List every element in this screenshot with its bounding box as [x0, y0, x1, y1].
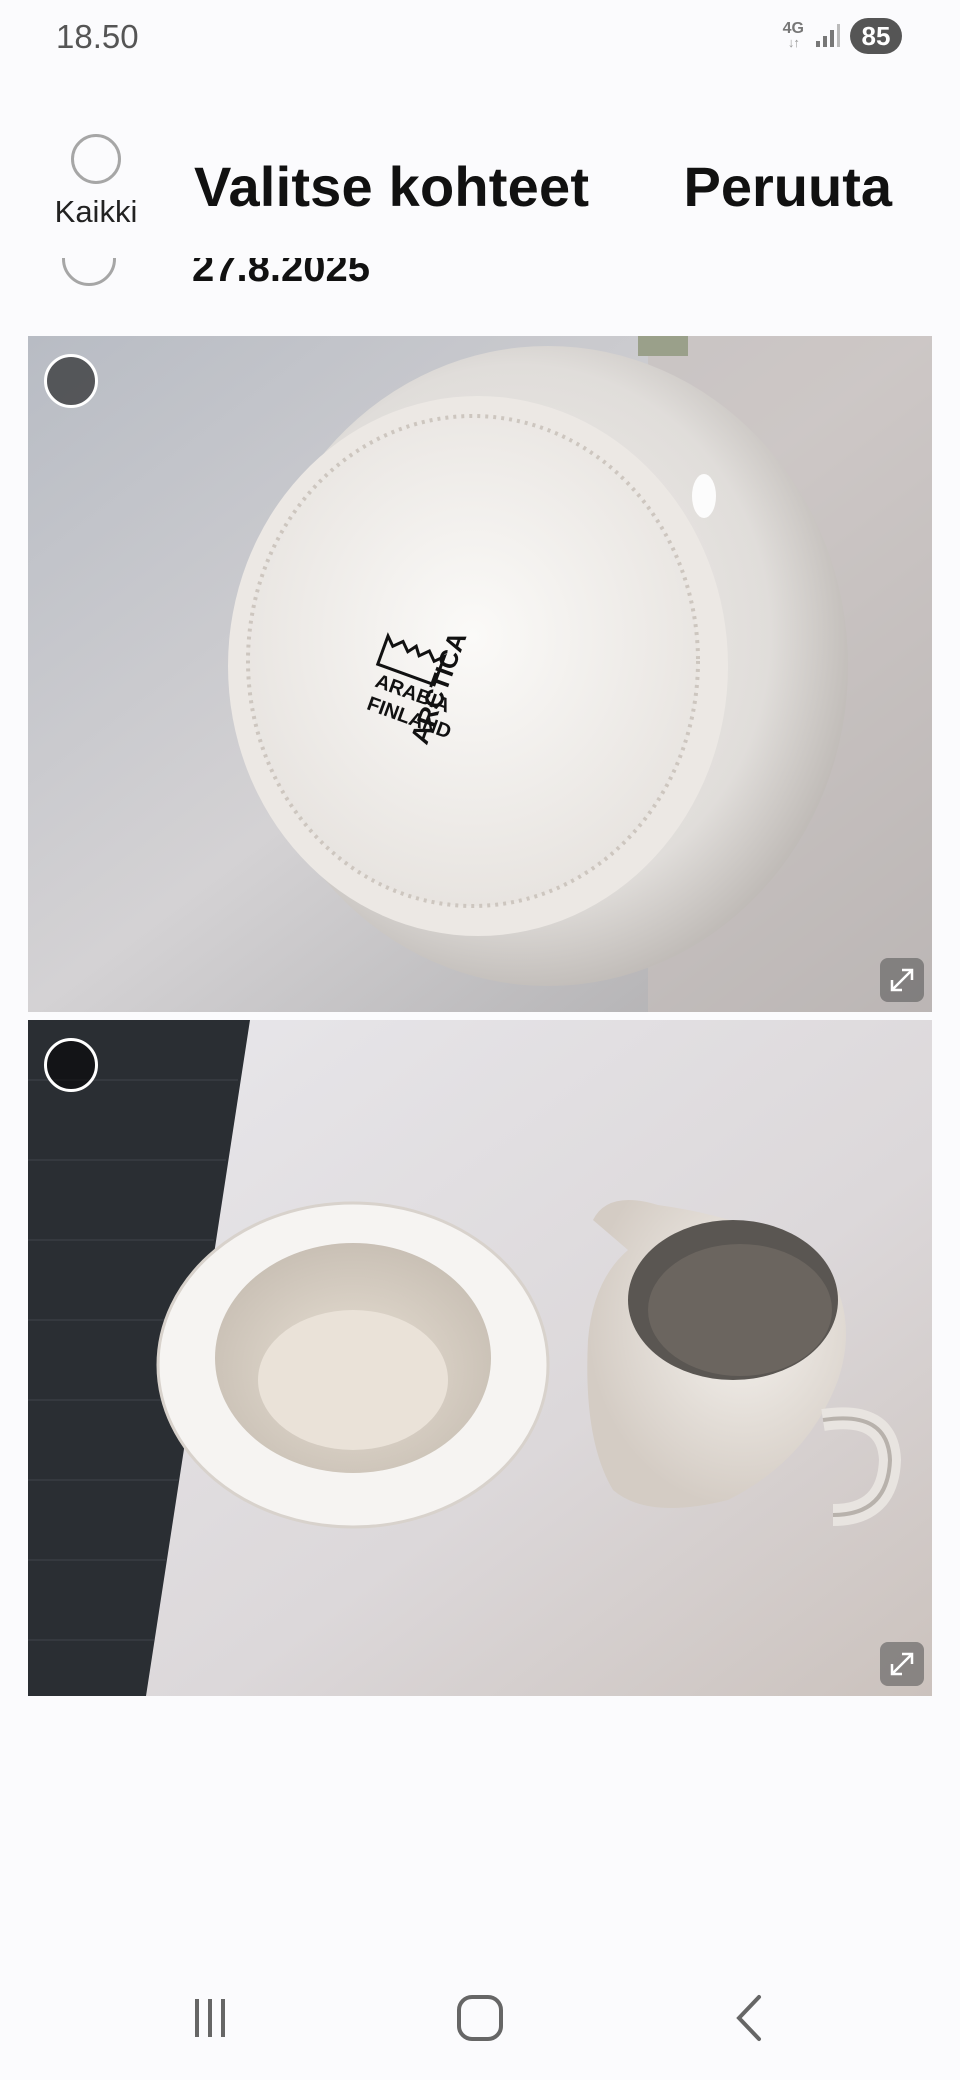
network-type-label: 4G: [782, 20, 804, 37]
expand-button[interactable]: [880, 1642, 924, 1686]
select-all-label: Kaikki: [54, 194, 138, 229]
expand-button[interactable]: [880, 958, 924, 1002]
system-navigation-bar: [0, 1960, 960, 2080]
recent-apps-button[interactable]: [150, 1988, 270, 2048]
photo-select-radio[interactable]: [44, 1038, 98, 1092]
date-group-radio[interactable]: [62, 258, 116, 286]
photo-image: [28, 1020, 932, 1696]
signal-icon: [816, 24, 840, 47]
status-icons: 4G ↓↑ 85: [783, 18, 902, 54]
data-arrows-icon: ↓↑: [787, 35, 800, 50]
date-group-header: 27.8.2025: [0, 258, 960, 298]
network-type-icon: 4G ↓↑: [782, 20, 804, 50]
photo-tile[interactable]: ARABIA FINLAND ARCTICA: [28, 336, 932, 1012]
battery-badge: 85: [850, 18, 902, 54]
status-time: 18.50: [56, 18, 139, 55]
select-all-radio[interactable]: [71, 134, 121, 184]
back-button[interactable]: [690, 1988, 810, 2048]
expand-icon: [890, 968, 914, 992]
cancel-button[interactable]: Peruuta: [684, 154, 893, 219]
back-icon: [736, 1995, 761, 2041]
home-icon: [457, 1995, 503, 2041]
select-all-toggle[interactable]: Kaikki: [46, 134, 146, 230]
status-bar: 18.50 4G ↓↑ 85: [0, 0, 960, 72]
date-group-label: 27.8.2025: [192, 258, 370, 290]
home-button[interactable]: [420, 1988, 540, 2048]
photo-tile[interactable]: [28, 1020, 932, 1696]
recent-apps-icon: [195, 1999, 225, 2037]
expand-icon: [890, 1652, 914, 1676]
page-title: Valitse kohteet: [194, 155, 590, 218]
photo-select-radio[interactable]: [44, 354, 98, 408]
photo-image: ARABIA FINLAND ARCTICA: [28, 336, 932, 1012]
selection-header: Kaikki Valitse kohteet Peruuta: [0, 120, 960, 270]
